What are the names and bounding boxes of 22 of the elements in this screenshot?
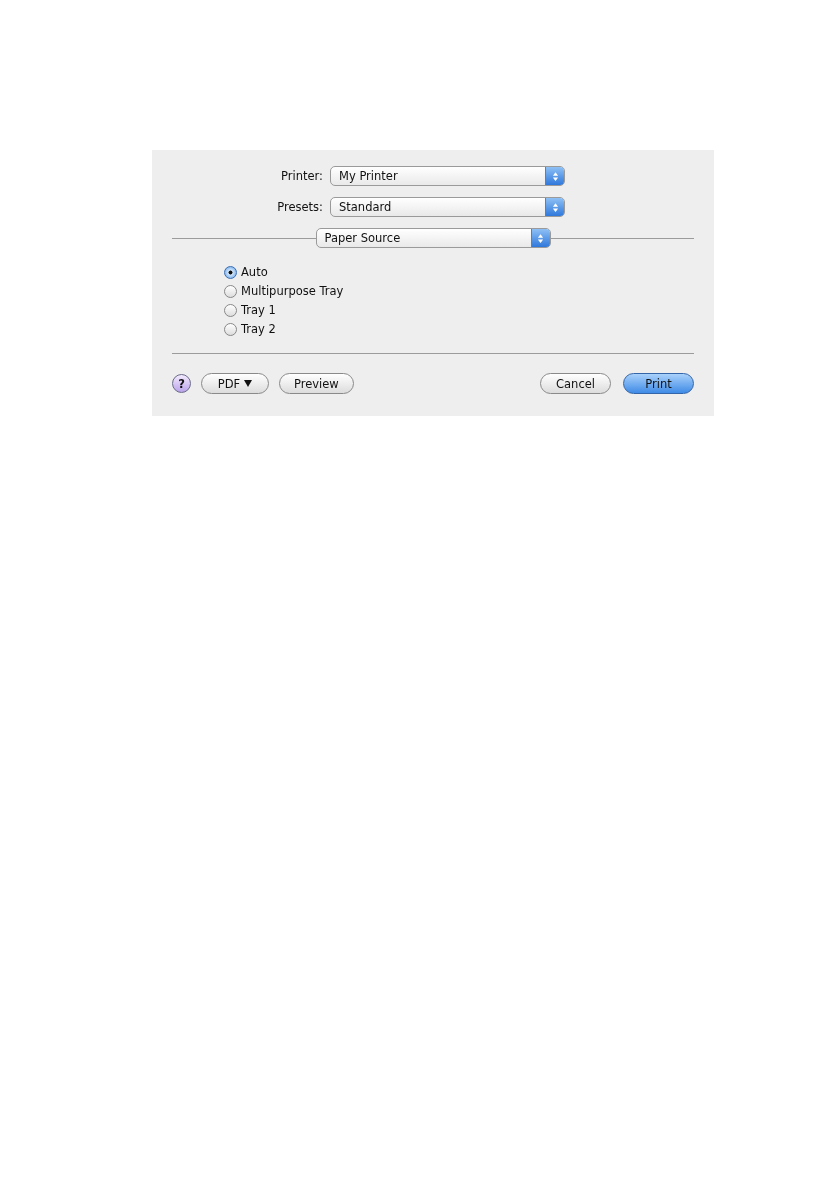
- popup-menu[interactable]: My Printer: [330, 166, 565, 186]
- radio-label[interactable]: Tray 1: [241, 302, 276, 318]
- radio-button[interactable]: [224, 265, 237, 279]
- caret-icon: [244, 380, 253, 387]
- print-button[interactable]: Print: [623, 373, 694, 394]
- up-down-arrows-icon: [551, 201, 559, 213]
- radio-label[interactable]: Multipurpose Tray: [241, 283, 344, 299]
- radio-button[interactable]: [224, 303, 237, 317]
- popup-menu[interactable]: Paper Source: [315, 228, 551, 248]
- popup-menu[interactable]: Standard: [330, 197, 565, 217]
- push-button[interactable]: Cancel: [540, 373, 611, 394]
- field-label: Presets:: [276, 200, 324, 214]
- up-down-arrows-icon: [551, 170, 559, 182]
- push-button[interactable]: Preview: [279, 373, 354, 394]
- pdf-menu-button[interactable]: PDF: [201, 373, 269, 394]
- radio-label[interactable]: Auto: [241, 264, 268, 280]
- field-label: Printer:: [280, 169, 324, 183]
- help-button[interactable]: ?: [172, 374, 191, 393]
- radio-label[interactable]: Tray 2: [241, 321, 276, 337]
- up-down-arrows-icon: [537, 232, 544, 244]
- radio-button[interactable]: [224, 284, 237, 298]
- radio-button[interactable]: [224, 322, 237, 336]
